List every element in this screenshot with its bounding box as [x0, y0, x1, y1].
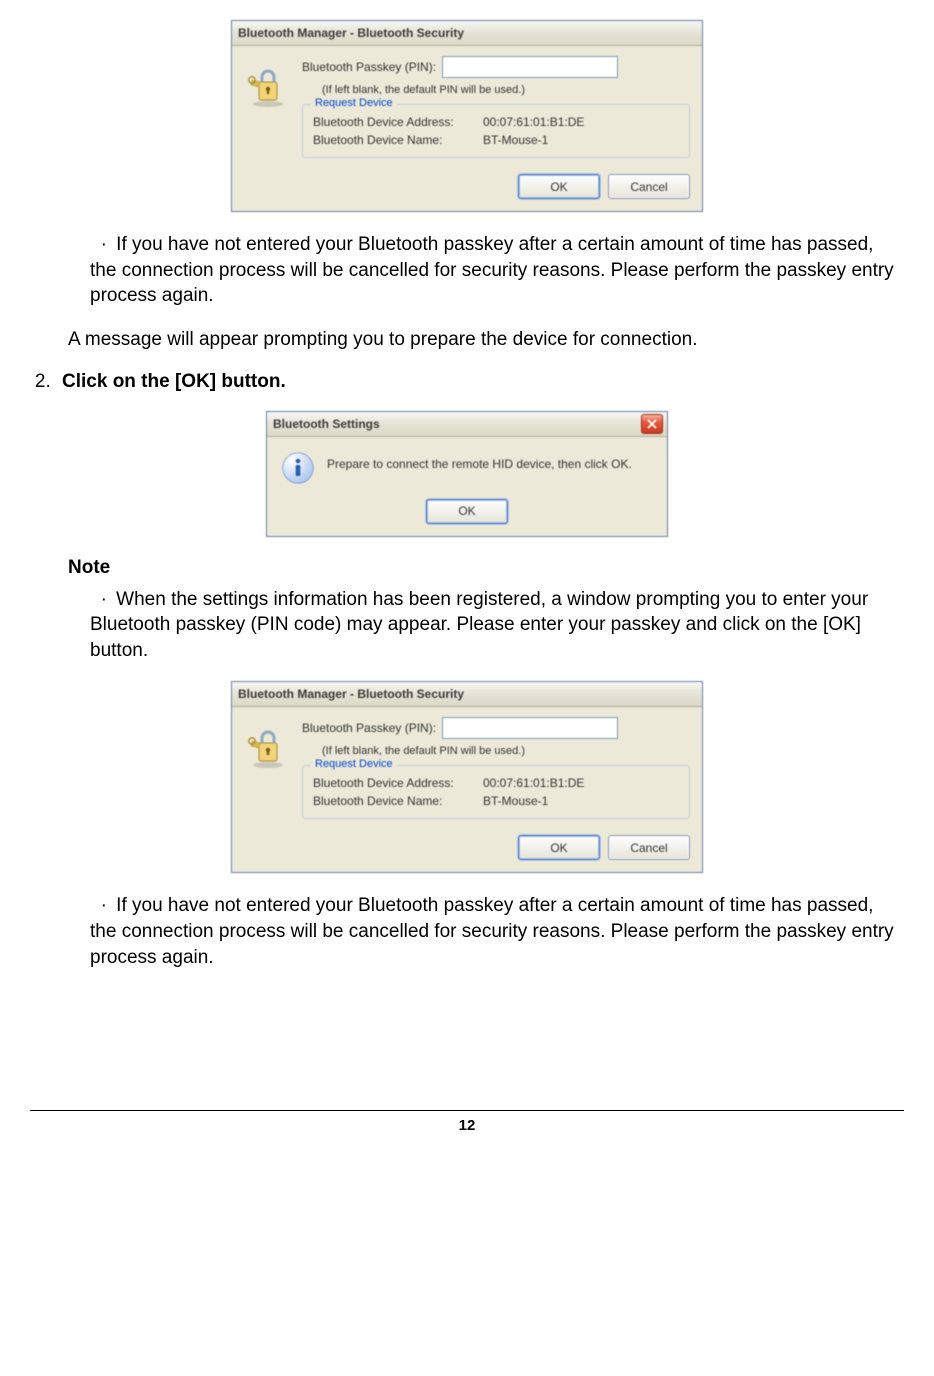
request-device-group: Request Device Bluetooth Device Address:…	[302, 765, 690, 819]
groupbox-legend: Request Device	[311, 758, 397, 770]
lock-icon	[244, 717, 292, 819]
request-device-group: Request Device Bluetooth Device Address:…	[302, 104, 690, 158]
note-body: · When the settings information has been…	[90, 587, 904, 664]
cancel-button[interactable]: Cancel	[608, 835, 690, 860]
passkey-input[interactable]	[442, 56, 618, 78]
timeout-note-2: · If you have not entered your Bluetooth…	[90, 893, 904, 970]
step-list: Click on the [OK] button.	[30, 371, 904, 393]
passkey-hint: (If left blank, the default PIN will be …	[322, 745, 690, 757]
bluetooth-settings-dialog: Bluetooth Settings Prepare to connect th…	[266, 411, 668, 537]
close-icon[interactable]	[641, 414, 663, 434]
passkey-label: Bluetooth Passkey (PIN):	[302, 721, 442, 735]
dialog-title: Bluetooth Settings	[273, 417, 380, 431]
prompt-message: A message will appear prompting you to p…	[68, 327, 904, 353]
device-address-label: Bluetooth Device Address:	[313, 115, 483, 129]
dialog-title: Bluetooth Manager - Bluetooth Security	[238, 26, 464, 40]
step-2-text: Click on the [OK] button.	[62, 371, 286, 392]
passkey-input[interactable]	[442, 717, 618, 739]
note-heading: Note	[68, 557, 904, 579]
device-name-label: Bluetooth Device Name:	[313, 794, 483, 808]
bluetooth-security-dialog-2: Bluetooth Manager - Bluetooth Security B…	[231, 681, 703, 873]
bluetooth-security-dialog-1: Bluetooth Manager - Bluetooth Security B…	[231, 20, 703, 212]
ok-button[interactable]: OK	[426, 499, 508, 524]
page-number: 12	[30, 1110, 904, 1134]
ok-button[interactable]: OK	[518, 835, 600, 860]
device-address-label: Bluetooth Device Address:	[313, 776, 483, 790]
passkey-hint: (If left blank, the default PIN will be …	[322, 84, 690, 96]
info-icon	[281, 451, 315, 485]
device-address-value: 00:07:61:01:B1:DE	[483, 115, 584, 129]
device-address-value: 00:07:61:01:B1:DE	[483, 776, 584, 790]
timeout-note-1: · If you have not entered your Bluetooth…	[90, 232, 904, 309]
passkey-label: Bluetooth Passkey (PIN):	[302, 60, 442, 74]
message-text: Prepare to connect the remote HID device…	[327, 451, 632, 473]
device-name-value: BT-Mouse-1	[483, 794, 548, 808]
lock-icon	[244, 56, 292, 158]
titlebar[interactable]: Bluetooth Manager - Bluetooth Security	[232, 682, 702, 707]
ok-button[interactable]: OK	[518, 174, 600, 199]
groupbox-legend: Request Device	[311, 97, 397, 109]
device-name-value: BT-Mouse-1	[483, 133, 548, 147]
titlebar[interactable]: Bluetooth Manager - Bluetooth Security	[232, 21, 702, 46]
cancel-button[interactable]: Cancel	[608, 174, 690, 199]
dialog-title: Bluetooth Manager - Bluetooth Security	[238, 687, 464, 701]
titlebar[interactable]: Bluetooth Settings	[267, 412, 667, 437]
device-name-label: Bluetooth Device Name:	[313, 133, 483, 147]
